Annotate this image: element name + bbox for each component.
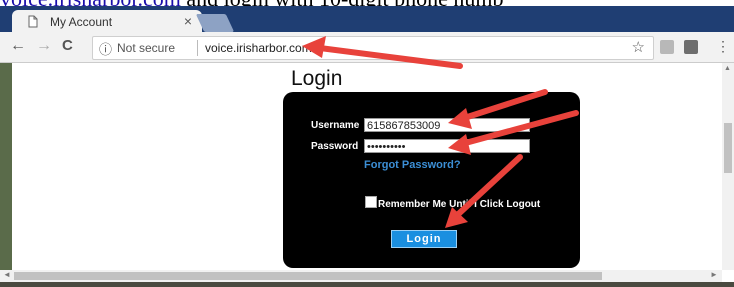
divider — [197, 40, 198, 56]
address-bar[interactable]: ⓘ Not secure voice.irisharbor.com ☆ — [92, 36, 654, 60]
browser-tab[interactable]: My Account × — [12, 10, 202, 34]
username-label: Username — [311, 120, 360, 131]
password-input[interactable]: •••••••••• — [364, 139, 530, 153]
login-button[interactable]: Login — [391, 230, 457, 248]
username-input[interactable]: 615867853009 — [364, 118, 530, 132]
page-icon — [28, 15, 38, 28]
remember-me-label[interactable]: Remember Me Until I Click Logout — [378, 199, 540, 210]
bookmark-star-icon[interactable]: ☆ — [632, 38, 645, 56]
remember-me-checkbox[interactable] — [365, 196, 377, 208]
horizontal-scroll-thumb[interactable] — [14, 272, 602, 280]
close-tab-icon[interactable]: × — [184, 13, 192, 29]
extension-g-icon[interactable] — [660, 40, 674, 54]
horizontal-scrollbar[interactable]: ◄ ► — [0, 270, 722, 282]
vertical-scrollbar[interactable]: ▲ — [722, 63, 734, 270]
page-title: Login — [291, 67, 343, 90]
forgot-password-link[interactable]: Forgot Password? — [364, 159, 461, 171]
extension-icon[interactable] — [684, 40, 698, 54]
vertical-scroll-thumb[interactable] — [724, 123, 732, 173]
background-strip-bottom — [0, 282, 734, 287]
background-strip — [0, 63, 12, 270]
browser-toolbar: ← → C ⓘ Not secure voice.irisharbor.com … — [0, 32, 734, 63]
password-label: Password — [311, 141, 359, 152]
tab-strip: My Account × — [0, 6, 734, 34]
back-button[interactable]: ← — [10, 37, 26, 55]
reload-button[interactable]: C — [62, 37, 73, 54]
info-icon[interactable]: ⓘ — [99, 39, 112, 58]
scroll-up-icon[interactable]: ▲ — [724, 65, 731, 72]
tab-title: My Account — [50, 15, 113, 29]
menu-icon[interactable]: ⋮ — [716, 38, 730, 55]
forward-button[interactable]: → — [36, 37, 52, 55]
security-label[interactable]: Not secure — [117, 41, 175, 55]
scroll-left-icon[interactable]: ◄ — [3, 270, 11, 279]
url-text[interactable]: voice.irisharbor.com — [205, 41, 312, 55]
scroll-right-icon[interactable]: ► — [710, 270, 718, 279]
